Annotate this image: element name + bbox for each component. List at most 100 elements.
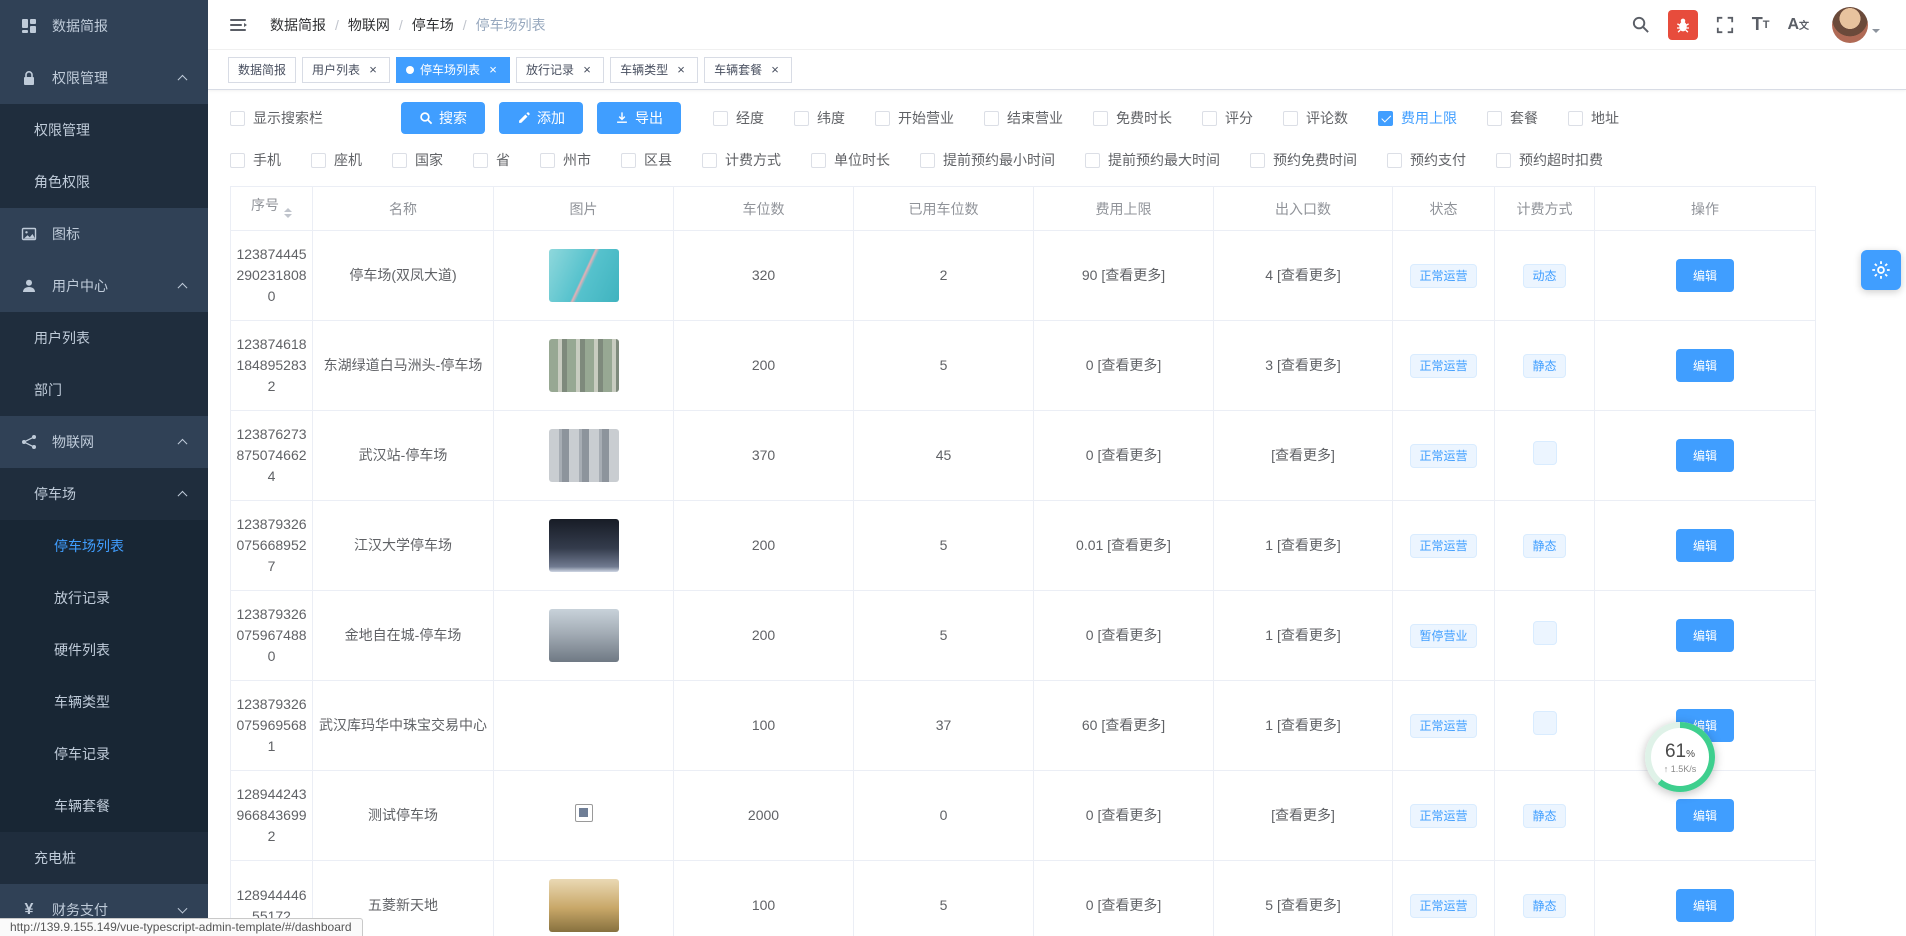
breadcrumb-item[interactable]: 数据简报 xyxy=(270,15,326,35)
gates-link[interactable]: 3 [查看更多] xyxy=(1214,321,1393,411)
edit-button[interactable]: 编辑 xyxy=(1676,619,1734,652)
tab-close-icon[interactable]: × xyxy=(366,63,380,77)
checkbox-box[interactable] xyxy=(811,153,826,168)
checkbox-box[interactable] xyxy=(702,153,717,168)
tags-view-tab[interactable]: 停车场列表× xyxy=(396,57,510,83)
sidebar-item[interactable]: 权限管理 xyxy=(0,52,208,104)
sidebar-item[interactable]: 停车记录 xyxy=(0,728,208,780)
column-checkbox[interactable]: 预约支付 xyxy=(1387,150,1466,170)
edit-button[interactable]: 编辑 xyxy=(1676,259,1734,292)
gates-link[interactable]: [查看更多] xyxy=(1214,771,1393,861)
tab-close-icon[interactable]: × xyxy=(768,63,782,77)
checkbox-box[interactable] xyxy=(1250,153,1265,168)
sidebar-item[interactable]: 数据简报 xyxy=(0,0,208,52)
edit-button[interactable]: 编辑 xyxy=(1676,529,1734,562)
tags-view-tab[interactable]: 数据简报 xyxy=(228,57,296,83)
gates-link[interactable]: 1 [查看更多] xyxy=(1214,591,1393,681)
checkbox-box[interactable] xyxy=(1487,111,1502,126)
tab-close-icon[interactable]: × xyxy=(486,63,500,77)
sidebar-item[interactable]: 车辆套餐 xyxy=(0,780,208,832)
edit-button[interactable]: 编辑 xyxy=(1676,889,1734,922)
fee-cap-link[interactable]: 0 [查看更多] xyxy=(1034,591,1214,681)
column-checkbox[interactable]: 结束营业 xyxy=(984,108,1063,128)
sidebar-item[interactable]: 充电桩 xyxy=(0,832,208,884)
fee-cap-link[interactable]: 0 [查看更多] xyxy=(1034,321,1214,411)
sidebar-item[interactable]: 用户列表 xyxy=(0,312,208,364)
edit-button[interactable]: 编辑 xyxy=(1676,439,1734,472)
column-checkbox[interactable]: 座机 xyxy=(311,150,362,170)
add-button[interactable]: 添加 xyxy=(499,102,583,134)
checkbox-box[interactable] xyxy=(1568,111,1583,126)
column-header[interactable]: 序号 xyxy=(231,187,313,231)
column-checkbox[interactable]: 费用上限 xyxy=(1378,108,1457,128)
fee-cap-link[interactable]: 0 [查看更多] xyxy=(1034,861,1214,936)
error-log-icon[interactable] xyxy=(1668,10,1698,40)
gates-link[interactable]: 5 [查看更多] xyxy=(1214,861,1393,936)
fee-cap-link[interactable]: 60 [查看更多] xyxy=(1034,681,1214,771)
sidebar-item[interactable]: 部门 xyxy=(0,364,208,416)
gates-link[interactable]: [查看更多] xyxy=(1214,411,1393,501)
checkbox-box[interactable] xyxy=(473,153,488,168)
checkbox-box[interactable] xyxy=(1496,153,1511,168)
language-icon[interactable]: A文 xyxy=(1778,8,1818,42)
sidebar-item[interactable]: 硬件列表 xyxy=(0,624,208,676)
column-checkbox[interactable]: 评论数 xyxy=(1283,108,1348,128)
checkbox-box[interactable] xyxy=(1085,153,1100,168)
sidebar-item[interactable]: 放行记录 xyxy=(0,572,208,624)
fee-cap-link[interactable]: 0.01 [查看更多] xyxy=(1034,501,1214,591)
column-checkbox[interactable]: 区县 xyxy=(621,150,672,170)
column-checkbox[interactable]: 经度 xyxy=(713,108,764,128)
column-checkbox[interactable]: 预约免费时间 xyxy=(1250,150,1357,170)
sidebar-item[interactable]: 车辆类型 xyxy=(0,676,208,728)
checkbox-box[interactable] xyxy=(311,153,326,168)
column-checkbox[interactable]: 单位时长 xyxy=(811,150,890,170)
column-checkbox[interactable]: 计费方式 xyxy=(702,150,781,170)
breadcrumb-item[interactable]: 停车场 xyxy=(412,15,454,35)
checkbox-box[interactable] xyxy=(920,153,935,168)
checkbox-box[interactable] xyxy=(1283,111,1298,126)
tab-close-icon[interactable]: × xyxy=(580,63,594,77)
sidebar-item[interactable]: 物联网 xyxy=(0,416,208,468)
column-checkbox[interactable]: 预约超时扣费 xyxy=(1496,150,1603,170)
sidebar-item[interactable]: 图标 xyxy=(0,208,208,260)
column-checkbox[interactable]: 省 xyxy=(473,150,510,170)
edit-button[interactable]: 编辑 xyxy=(1676,799,1734,832)
column-checkbox[interactable]: 提前预约最大时间 xyxy=(1085,150,1220,170)
search-icon[interactable] xyxy=(1622,8,1659,42)
column-checkbox[interactable]: 提前预约最小时间 xyxy=(920,150,1055,170)
gates-link[interactable]: 1 [查看更多] xyxy=(1214,681,1393,771)
checkbox-box[interactable] xyxy=(621,153,636,168)
checkbox-box[interactable] xyxy=(1202,111,1217,126)
column-checkbox[interactable]: 开始营业 xyxy=(875,108,954,128)
tags-view-tab[interactable]: 车辆套餐× xyxy=(704,57,792,83)
size-select-icon[interactable]: TT xyxy=(1743,8,1779,42)
gates-link[interactable]: 1 [查看更多] xyxy=(1214,501,1393,591)
checkbox-box[interactable] xyxy=(1387,153,1402,168)
checkbox-box[interactable] xyxy=(713,111,728,126)
checkbox-box[interactable] xyxy=(1378,111,1393,126)
tab-close-icon[interactable]: × xyxy=(674,63,688,77)
checkbox-box[interactable] xyxy=(230,111,245,126)
column-checkbox[interactable]: 地址 xyxy=(1568,108,1619,128)
export-button[interactable]: 导出 xyxy=(597,102,681,134)
checkbox-box[interactable] xyxy=(984,111,999,126)
breadcrumb-item[interactable]: 物联网 xyxy=(348,15,390,35)
checkbox-box[interactable] xyxy=(392,153,407,168)
settings-gear-button[interactable] xyxy=(1861,250,1901,290)
search-button[interactable]: 搜索 xyxy=(401,102,485,134)
sidebar-item[interactable]: 权限管理 xyxy=(0,104,208,156)
fee-cap-link[interactable]: 90 [查看更多] xyxy=(1034,231,1214,321)
gates-link[interactable]: 4 [查看更多] xyxy=(1214,231,1393,321)
checkbox-box[interactable] xyxy=(230,153,245,168)
column-checkbox[interactable]: 免费时长 xyxy=(1093,108,1172,128)
sidebar-item[interactable]: 停车场 xyxy=(0,468,208,520)
show-search-checkbox[interactable]: 显示搜索栏 xyxy=(230,108,323,128)
fee-cap-link[interactable]: 0 [查看更多] xyxy=(1034,771,1214,861)
edit-button[interactable]: 编辑 xyxy=(1676,349,1734,382)
fullscreen-icon[interactable] xyxy=(1707,8,1743,42)
tags-view-tab[interactable]: 放行记录× xyxy=(516,57,604,83)
sidebar-item[interactable]: 角色权限 xyxy=(0,156,208,208)
sidebar-item[interactable]: 停车场列表 xyxy=(0,520,208,572)
sort-caret-icon[interactable] xyxy=(284,204,292,222)
checkbox-box[interactable] xyxy=(1093,111,1108,126)
